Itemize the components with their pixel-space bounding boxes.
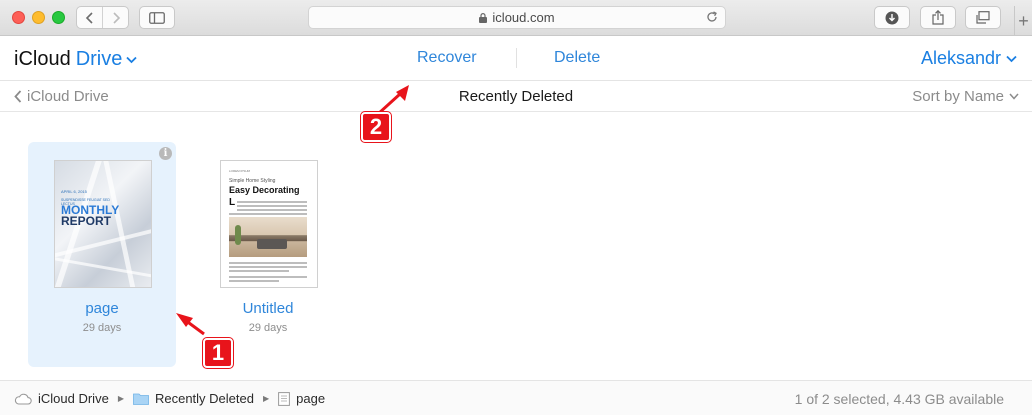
user-menu[interactable]: Aleksandr xyxy=(921,48,1017,69)
tabs-icon xyxy=(976,11,990,24)
report-cover: APRIL 6, 2015 SUSPENDISSE FEUGIAT SED LE… xyxy=(55,161,151,287)
thumb-kicker: Simple Home Styling xyxy=(229,178,276,184)
brand-drive: Drive xyxy=(75,48,123,70)
annotation-step-2: 2 xyxy=(361,112,391,142)
breadcrumb-label: Recently Deleted xyxy=(154,391,254,406)
sort-label: Sort by Name xyxy=(912,88,1004,105)
chevron-down-icon xyxy=(1009,93,1019,100)
url-text: icloud.com xyxy=(492,10,555,25)
status-bar: iCloud Drive ▶ Recently Deleted ▶ page 1… xyxy=(0,380,1032,415)
file-thumbnail: LOREM IPSUM Simple Home Styling Easy Dec… xyxy=(220,160,318,288)
user-name: Aleksandr xyxy=(920,48,1001,68)
plus-icon: + xyxy=(1018,10,1029,31)
thumb-title: Easy Decorating xyxy=(229,185,300,195)
breadcrumb-icloud-drive[interactable]: iCloud Drive xyxy=(14,391,109,406)
annotation-step-1: 1 xyxy=(203,338,233,368)
file-name[interactable]: Untitled xyxy=(194,300,342,317)
thumb-header: LOREM IPSUM xyxy=(229,169,251,173)
chevron-down-icon xyxy=(1006,55,1017,62)
reload-icon[interactable] xyxy=(705,10,719,24)
forward-button[interactable] xyxy=(102,7,128,28)
breadcrumb-page[interactable]: page xyxy=(278,391,325,406)
header-divider xyxy=(516,48,517,68)
breadcrumb-label: iCloud Drive xyxy=(38,391,109,406)
sidebar-button[interactable] xyxy=(139,6,175,29)
days-remaining: 29 days xyxy=(82,322,122,334)
delete-button[interactable]: Delete xyxy=(554,49,600,67)
document-preview: LOREM IPSUM Simple Home Styling Easy Dec… xyxy=(221,161,317,287)
folder-icon xyxy=(133,393,149,405)
info-icon[interactable]: i xyxy=(159,147,172,160)
minimize-window-button[interactable] xyxy=(32,11,45,24)
file-name[interactable]: page xyxy=(28,300,176,317)
app-title[interactable]: iCloud Drive xyxy=(14,48,138,71)
navigation-bar: iCloud Drive Recently Deleted Sort by Na… xyxy=(0,82,1032,112)
app-header: iCloud Drive Recover Delete Aleksandr xyxy=(0,37,1032,81)
thumb-title-2: REPORT xyxy=(61,214,112,228)
file-item[interactable]: LOREM IPSUM Simple Home Styling Easy Dec… xyxy=(194,142,342,367)
brand-prefix: iCloud xyxy=(14,48,71,70)
share-icon xyxy=(932,10,944,25)
thumb-dropcap: L xyxy=(229,197,236,208)
chevron-down-icon xyxy=(126,56,138,63)
address-bar[interactable]: icloud.com xyxy=(308,6,726,29)
room-photo xyxy=(229,217,307,257)
new-tab-button[interactable]: + xyxy=(1014,6,1032,36)
downloads-button[interactable] xyxy=(874,6,910,29)
back-icon xyxy=(85,11,93,24)
history-nav xyxy=(76,6,129,29)
recover-button[interactable]: Recover xyxy=(417,49,477,67)
file-thumbnail: APRIL 6, 2015 SUSPENDISSE FEUGIAT SED LE… xyxy=(54,160,152,288)
back-button[interactable] xyxy=(77,7,102,28)
browser-toolbar: icloud.com + xyxy=(0,0,1032,36)
forward-icon xyxy=(113,11,120,24)
tab-overview-button[interactable] xyxy=(965,6,1001,29)
document-icon xyxy=(278,391,291,406)
lock-icon xyxy=(479,12,488,23)
sort-menu[interactable]: Sort by Name xyxy=(912,88,1019,105)
close-window-button[interactable] xyxy=(12,11,25,24)
sidebar-icon xyxy=(149,11,165,24)
breadcrumb-separator-icon: ▶ xyxy=(117,394,124,403)
breadcrumb-recently-deleted[interactable]: Recently Deleted xyxy=(133,391,254,406)
download-icon xyxy=(885,11,899,24)
page-title: Recently Deleted xyxy=(458,88,574,105)
breadcrumb: iCloud Drive ▶ Recently Deleted ▶ page xyxy=(14,391,325,406)
zoom-window-button[interactable] xyxy=(52,11,65,24)
days-remaining: 29 days xyxy=(248,322,288,334)
cloud-icon xyxy=(14,393,32,405)
share-button[interactable] xyxy=(920,6,956,29)
breadcrumb-separator-icon: ▶ xyxy=(262,394,270,403)
file-item[interactable]: i APRIL 6, 2015 SUSPENDISSE FEUGIAT SED … xyxy=(28,142,176,367)
breadcrumb-label: page xyxy=(296,391,326,406)
selection-status: 1 of 2 selected, 4.43 GB available xyxy=(794,391,1004,407)
thumb-date: APRIL 6, 2015 xyxy=(61,189,87,194)
